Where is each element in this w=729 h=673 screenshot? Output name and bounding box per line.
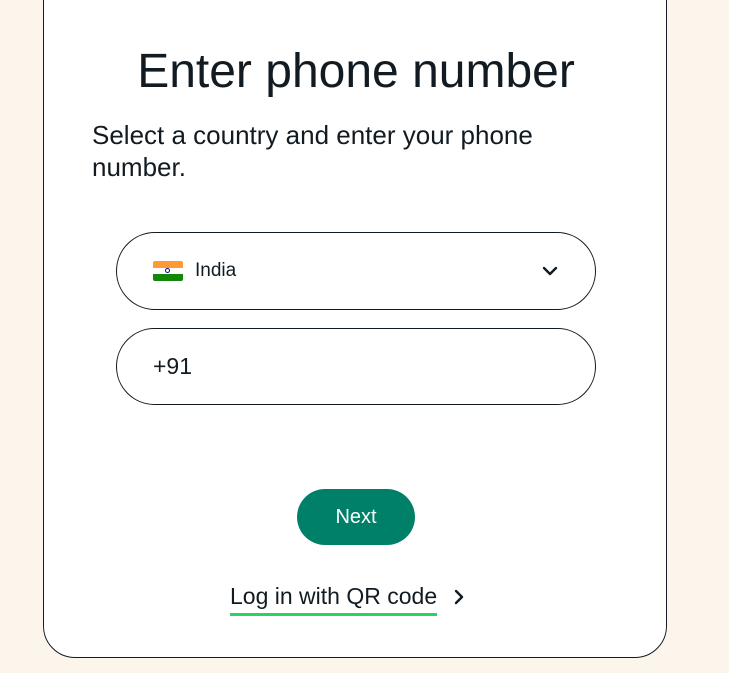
- page-title: Enter phone number: [137, 45, 575, 98]
- chevron-down-icon: [541, 262, 559, 280]
- phone-number-input[interactable]: [153, 353, 559, 380]
- country-select[interactable]: India: [116, 232, 596, 310]
- country-select-value: India: [195, 260, 237, 281]
- chevron-right-icon: [451, 587, 467, 607]
- log-in-with-qr-code-link[interactable]: Log in with QR code: [230, 581, 467, 616]
- next-button[interactable]: Next: [297, 489, 415, 545]
- login-card: Enter phone number Select a country and …: [43, 0, 667, 658]
- phone-number-field: [116, 328, 596, 405]
- india-flag-icon: [153, 261, 183, 281]
- page-subtitle: Select a country and enter your phone nu…: [92, 120, 533, 182]
- qr-link-label: Log in with QR code: [230, 581, 438, 616]
